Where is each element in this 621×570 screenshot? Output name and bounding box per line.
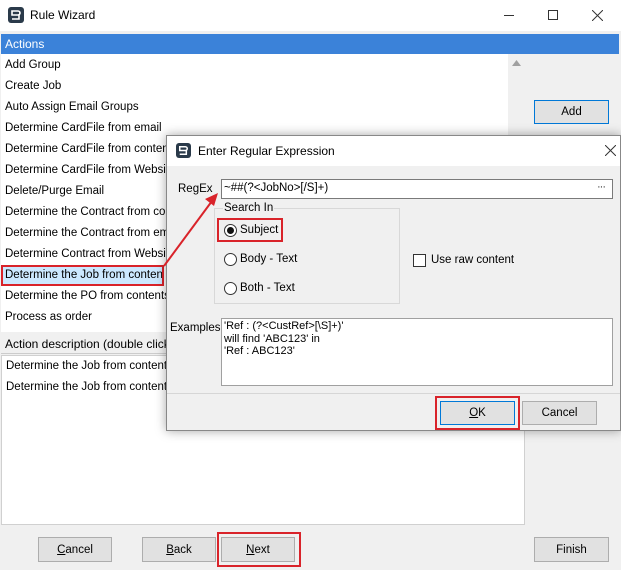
annotation-arrow — [163, 193, 218, 267]
annotation-arrow-line — [163, 200, 213, 267]
annotation-arrow-head — [205, 193, 218, 206]
